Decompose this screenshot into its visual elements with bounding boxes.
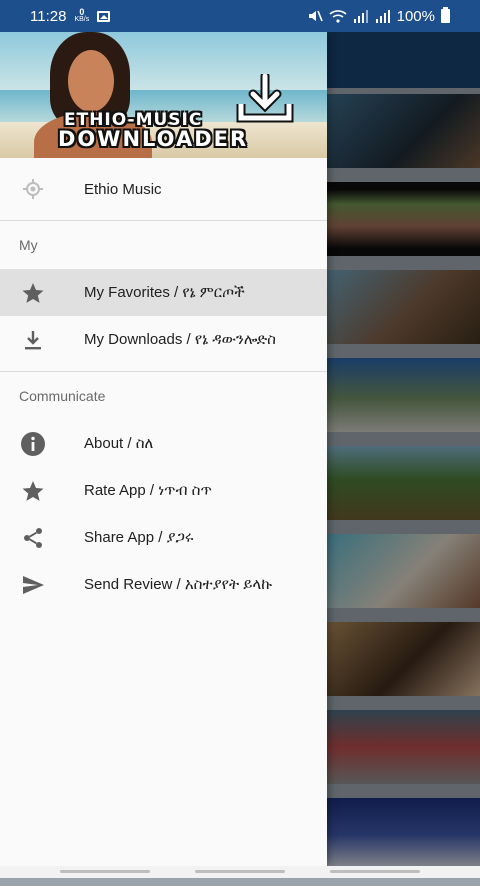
menu-item-label: Share App / ያጋሩ: [84, 529, 194, 546]
status-time: 11:28: [30, 7, 67, 25]
menu-item-ethio-music[interactable]: Ethio Music: [0, 158, 327, 220]
menu-item-send-review[interactable]: Send Review / አስተያየት ይላኩ: [0, 561, 327, 608]
menu-item-share-app[interactable]: Share App / ያጋሩ: [0, 514, 327, 561]
download-icon: [20, 327, 46, 353]
section-header-my: My: [0, 221, 327, 269]
menu-item-my-favorites[interactable]: My Favorites / የኔ ምርጦች: [0, 269, 327, 316]
nav-indicator: [195, 870, 285, 873]
star-icon: [20, 280, 46, 306]
drawer-header-banner: ETHIO-MUSIC DOWNLOADER: [0, 32, 327, 158]
crosshair-icon: [20, 176, 46, 202]
menu-item-label: Send Review / አስተያየት ይላኩ: [84, 576, 272, 593]
share-icon: [20, 525, 46, 551]
wifi-icon: [329, 10, 347, 23]
menu-item-rate-app[interactable]: Rate App / ነጥብ ስጥ: [0, 467, 327, 514]
nav-indicator: [330, 870, 420, 873]
signal-2-icon: [375, 10, 390, 23]
menu-item-label: My Downloads / የኔ ዳውንሎድስ: [84, 331, 276, 348]
menu-item-label: Ethio Music: [84, 180, 162, 198]
info-icon: [20, 431, 46, 457]
menu-item-label: Rate App / ነጥብ ስጥ: [84, 482, 212, 499]
menu-item-label: My Favorites / የኔ ምርጦች: [84, 284, 245, 301]
download-logo-icon: [236, 74, 294, 123]
logo-subtitle: DOWNLOADER: [58, 127, 249, 151]
section-header-communicate: Communicate: [0, 372, 327, 420]
section-title: My: [19, 237, 38, 253]
banner-portrait-face: [68, 50, 114, 112]
send-icon: [20, 572, 46, 598]
menu-item-label: About / ስለ: [84, 435, 154, 452]
menu-item-about[interactable]: About / ስለ: [0, 420, 327, 467]
mute-icon: [308, 10, 323, 22]
navigation-drawer: ETHIO-MUSIC DOWNLOADER Ethio Music My My…: [0, 32, 327, 866]
status-bar: 11:28 0 KB/s 100%: [0, 0, 480, 32]
battery-icon: [441, 7, 450, 23]
star-icon: [20, 478, 46, 504]
nav-indicator: [60, 870, 150, 873]
drawer-menu: Ethio Music My My Favorites / የኔ ምርጦች My…: [0, 158, 327, 608]
signal-1-icon: [353, 10, 368, 23]
system-navigation-bar: [0, 866, 480, 878]
menu-item-my-downloads[interactable]: My Downloads / የኔ ዳውንሎድስ: [0, 316, 327, 363]
section-title: Communicate: [19, 388, 106, 404]
data-speed-indicator: 0 KB/s: [74, 7, 90, 24]
image-notification-icon: [97, 10, 111, 22]
battery-percent: 100%: [396, 7, 435, 25]
